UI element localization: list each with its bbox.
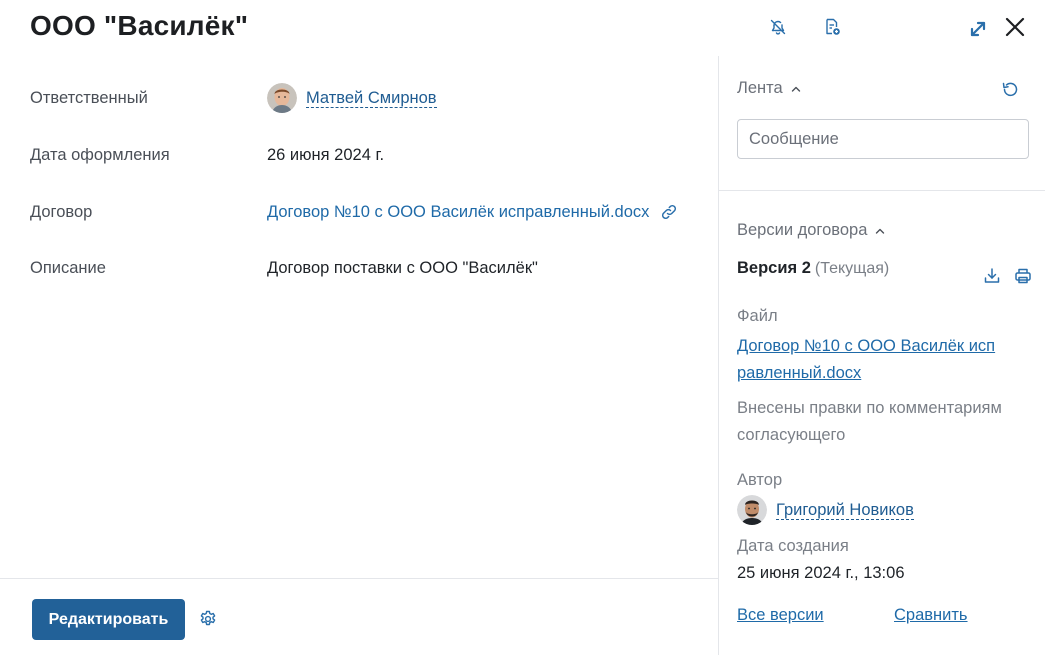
version-current-badge: (Текущая) <box>814 260 890 277</box>
user-link[interactable]: Матвей Смирнов <box>306 89 437 108</box>
author-link[interactable]: Григорий Новиков <box>776 501 914 520</box>
versions-toggle[interactable]: Версии договора <box>737 221 1032 240</box>
field-value: 26 июня 2024 г. <box>267 145 385 164</box>
chevron-up-icon <box>875 221 885 240</box>
chevron-up-icon <box>791 79 801 98</box>
version-file-link[interactable]: Договор №10 с ООО Василёк исп равленный.… <box>737 333 1032 387</box>
author-row: Григорий Новиков <box>737 495 1032 525</box>
contract-file-link[interactable]: Договор №10 с ООО Василёк исправленный.d… <box>267 203 649 222</box>
version-file-line1[interactable]: Договор №10 с ООО Василёк исп <box>737 337 995 355</box>
versions-title: Версии договора <box>737 221 868 239</box>
field-value: Договор поставки с ООО "Василёк" <box>267 258 538 277</box>
page-title: ООО "Василёк" <box>30 10 249 41</box>
field-label: Дата оформления <box>30 145 170 164</box>
field-label: Ответственный <box>30 88 148 107</box>
link-icon[interactable] <box>659 202 679 222</box>
version-file-line2[interactable]: равленный.docx <box>737 364 861 382</box>
author-label: Автор <box>737 471 783 489</box>
section-divider <box>718 190 1045 191</box>
created-label: Дата создания <box>737 537 849 555</box>
refresh-icon[interactable] <box>997 77 1023 103</box>
all-versions-link[interactable]: Все версии <box>737 606 824 624</box>
version-number: Версия 2 <box>737 259 811 277</box>
document-settings-icon[interactable] <box>819 14 845 40</box>
close-icon[interactable] <box>1002 14 1028 40</box>
versions-links: Все версии Сравнить <box>737 606 1032 625</box>
panel-divider <box>718 56 719 655</box>
field-label: Договор <box>30 202 93 221</box>
version-file-label: Файл <box>737 307 778 325</box>
print-icon[interactable] <box>1010 263 1036 289</box>
edit-button[interactable]: Редактировать <box>32 599 185 640</box>
footer-divider <box>0 578 718 579</box>
gear-icon[interactable] <box>195 606 221 632</box>
compare-link[interactable]: Сравнить <box>894 606 968 625</box>
versions-section-header: Версии договора <box>737 221 1032 240</box>
version-comment: Внесены правки по комментариям согласующ… <box>737 399 1002 444</box>
feed-toggle[interactable]: Лента <box>737 79 1032 98</box>
field-label: Описание <box>30 258 106 277</box>
bell-off-icon[interactable] <box>765 14 791 40</box>
avatar[interactable] <box>737 495 767 525</box>
field-value: Договор №10 с ООО Василёк исправленный.d… <box>267 202 679 222</box>
download-icon[interactable] <box>979 263 1005 289</box>
expand-icon[interactable] <box>965 16 991 42</box>
feed-section: Лента <box>737 79 1032 98</box>
feed-title: Лента <box>737 79 783 97</box>
message-input[interactable] <box>737 119 1029 159</box>
created-value: 25 июня 2024 г., 13:06 <box>737 564 905 582</box>
field-value: Матвей Смирнов <box>267 83 437 113</box>
avatar[interactable] <box>267 83 297 113</box>
